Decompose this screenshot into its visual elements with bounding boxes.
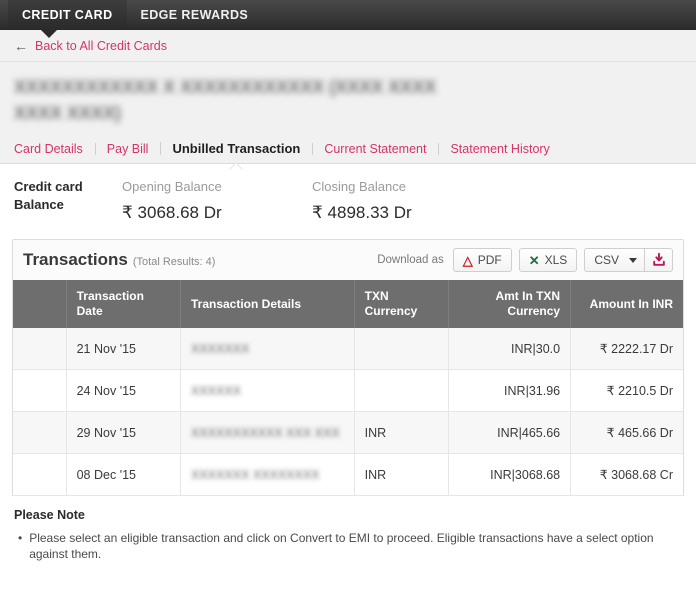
balance-section-label: Credit card Balance bbox=[14, 179, 83, 212]
top-navigation-bar: CREDIT CARD EDGE REWARDS bbox=[0, 0, 696, 38]
table-row[interactable]: 08 Dec '15 XXXXXXX XXXXXXXX INR INR|3068… bbox=[13, 453, 683, 496]
column-header-txn-currency: TXN Currency bbox=[354, 280, 449, 328]
opening-balance-value: ₹ 3068.68 Dr bbox=[122, 203, 222, 222]
cell-transaction-details: XXXXXXXXXXX XXX XXX bbox=[180, 411, 355, 454]
cell-amt-in-txn-currency: INR|31.96 bbox=[448, 369, 572, 412]
pdf-icon: △ bbox=[462, 252, 473, 268]
breadcrumb: ← Back to All Credit Cards bbox=[0, 30, 696, 62]
transaction-details-redacted: XXXXXXXXXXX XXX XXX bbox=[190, 425, 340, 440]
column-header-amount-in-inr: Amount In INR bbox=[570, 280, 683, 328]
tab-label: Statement History bbox=[450, 142, 550, 156]
closing-balance-caption: Closing Balance bbox=[312, 179, 406, 194]
cell-transaction-date: 29 Nov '15 bbox=[66, 411, 181, 454]
table-header-row: Transaction Date Transaction Details TXN… bbox=[13, 280, 683, 328]
transactions-table: Transaction Date Transaction Details TXN… bbox=[13, 280, 683, 496]
cell-transaction-details: XXXXXX bbox=[180, 369, 355, 412]
active-tab-caret-icon bbox=[229, 163, 244, 171]
table-row[interactable]: 29 Nov '15 XXXXXXXXXXX XXX XXX INR INR|4… bbox=[13, 411, 683, 454]
row-select-cell[interactable] bbox=[13, 411, 67, 454]
tab-label: Current Statement bbox=[324, 142, 427, 156]
credit-card-balance-section: Credit card Balance Opening Balance ₹ 30… bbox=[0, 164, 696, 239]
cell-transaction-date: 24 Nov '15 bbox=[66, 369, 181, 412]
please-note-title: Please Note bbox=[14, 508, 85, 522]
cell-amount-in-inr: ₹ 2210.5 Dr bbox=[570, 369, 683, 412]
download-xls-button[interactable]: ✕ XLS bbox=[518, 248, 578, 272]
download-actions: Download as △ PDF ✕ XLS CSV bbox=[377, 248, 673, 272]
transaction-details-redacted: XXXXXXX bbox=[190, 341, 250, 356]
xls-icon: ✕ bbox=[528, 252, 540, 268]
cell-transaction-details: XXXXXXX XXXXXXXX bbox=[180, 453, 355, 496]
download-as-label: Download as bbox=[377, 254, 444, 266]
tab-pay-bill[interactable]: Pay Bill bbox=[94, 142, 161, 163]
chevron-down-icon bbox=[629, 257, 637, 263]
topnav-item-label: EDGE REWARDS bbox=[140, 8, 249, 22]
cell-amt-in-txn-currency: INR|465.66 bbox=[448, 411, 572, 454]
column-header-amt-in-txn-currency: Amt In TXN Currency bbox=[448, 280, 572, 328]
download-button[interactable] bbox=[644, 249, 672, 271]
transaction-details-redacted: XXXXXXX XXXXXXXX bbox=[190, 467, 320, 482]
cell-amt-in-txn-currency: INR|3068.68 bbox=[448, 453, 572, 496]
transactions-panel-header: Transactions (Total Results: 4) Download … bbox=[13, 240, 683, 280]
column-header-transaction-details: Transaction Details bbox=[180, 280, 355, 328]
column-header-select bbox=[13, 280, 67, 328]
transactions-total-results: (Total Results: 4) bbox=[132, 256, 216, 268]
transactions-table-body: 21 Nov '15 XXXXXXX INR|30.0 ₹ 2222.17 Dr… bbox=[13, 328, 683, 496]
opening-balance-block: Opening Balance ₹ 3068.68 Dr bbox=[122, 178, 312, 223]
tab-card-details[interactable]: Card Details bbox=[14, 142, 95, 163]
page-body: ← Back to All Credit Cards XXXXXXXXXXXX … bbox=[0, 30, 696, 171]
table-row[interactable]: 24 Nov '15 XXXXXX INR|31.96 ₹ 2210.5 Dr bbox=[13, 369, 683, 412]
cell-amount-in-inr: ₹ 465.66 Dr bbox=[570, 411, 683, 454]
cell-transaction-details: XXXXXXX bbox=[180, 328, 355, 370]
topnav-item-edge-rewards[interactable]: EDGE REWARDS bbox=[127, 0, 263, 30]
transactions-table-header: Transaction Date Transaction Details TXN… bbox=[13, 280, 683, 328]
row-select-cell[interactable] bbox=[13, 328, 67, 370]
cell-amount-in-inr: ₹ 3068.68 Cr bbox=[570, 453, 683, 496]
tab-label: Card Details bbox=[14, 142, 83, 156]
cell-txn-currency bbox=[354, 369, 449, 412]
card-tab-bar: Card Details Pay Bill Unbilled Transacti… bbox=[0, 130, 696, 171]
download-xls-label: XLS bbox=[544, 253, 568, 267]
table-row[interactable]: 21 Nov '15 XXXXXXX INR|30.0 ₹ 2222.17 Dr bbox=[13, 328, 683, 370]
format-select[interactable]: CSV bbox=[585, 249, 644, 271]
transaction-details-redacted: XXXXXX bbox=[190, 383, 242, 398]
cell-txn-currency bbox=[354, 328, 449, 370]
cell-transaction-date: 21 Nov '15 bbox=[66, 328, 181, 370]
download-icon bbox=[652, 253, 665, 266]
download-pdf-label: PDF bbox=[477, 253, 502, 267]
transactions-panel: Transactions (Total Results: 4) Download … bbox=[12, 239, 684, 496]
opening-balance-caption: Opening Balance bbox=[122, 179, 222, 194]
topnav-item-credit-card[interactable]: CREDIT CARD bbox=[8, 0, 127, 30]
cell-transaction-date: 08 Dec '15 bbox=[66, 453, 181, 496]
csv-download-group: CSV bbox=[584, 248, 673, 272]
page-title: XXXXXXXXXXXX X XXXXXXXXXXXX (XXXX XXXX X… bbox=[14, 77, 437, 123]
tab-statement-history[interactable]: Statement History bbox=[438, 142, 561, 163]
cell-txn-currency: INR bbox=[354, 453, 449, 496]
note-list-item: • Please select an eligible transaction … bbox=[14, 530, 682, 562]
card-title-section: XXXXXXXXXXXX X XXXXXXXXXXXX (XXXX XXXX X… bbox=[0, 62, 696, 130]
tab-label: Unbilled Transaction bbox=[172, 141, 301, 156]
cell-amount-in-inr: ₹ 2222.17 Dr bbox=[570, 328, 683, 370]
please-note-section: Please Note • Please select an eligible … bbox=[0, 496, 696, 572]
column-header-transaction-date: Transaction Date bbox=[66, 280, 181, 328]
tab-current-statement[interactable]: Current Statement bbox=[312, 142, 438, 163]
transactions-title: Transactions (Total Results: 4) bbox=[23, 250, 215, 270]
active-nav-caret-icon bbox=[40, 29, 58, 38]
transactions-title-text: Transactions bbox=[23, 250, 128, 269]
download-pdf-button[interactable]: △ PDF bbox=[452, 248, 512, 272]
back-to-all-credit-cards-link[interactable]: Back to All Credit Cards bbox=[35, 39, 167, 53]
tab-unbilled-transaction[interactable]: Unbilled Transaction bbox=[160, 141, 312, 171]
cell-txn-currency: INR bbox=[354, 411, 449, 454]
closing-balance-block: Closing Balance ₹ 4898.33 Dr bbox=[312, 178, 412, 223]
closing-balance-value: ₹ 4898.33 Dr bbox=[312, 203, 412, 222]
cell-amt-in-txn-currency: INR|30.0 bbox=[448, 328, 572, 370]
row-select-cell[interactable] bbox=[13, 453, 67, 496]
arrow-left-icon: ← bbox=[14, 37, 28, 54]
note-item-text: Please select an eligible transaction an… bbox=[29, 531, 654, 561]
tab-label: Pay Bill bbox=[106, 142, 149, 156]
topnav-item-label: CREDIT CARD bbox=[22, 8, 113, 22]
row-select-cell[interactable] bbox=[13, 369, 67, 412]
bullet-icon: • bbox=[18, 531, 23, 545]
format-select-value: CSV bbox=[594, 253, 619, 267]
transactions-panel-wrapper: Transactions (Total Results: 4) Download … bbox=[0, 239, 696, 496]
